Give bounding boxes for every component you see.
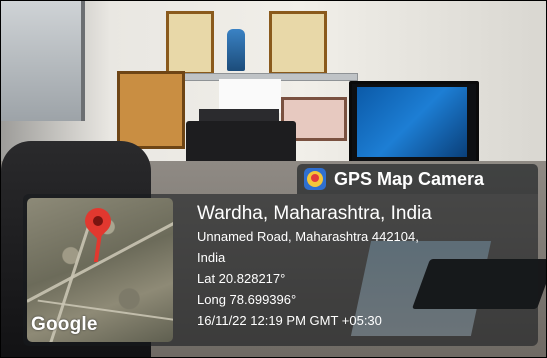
award-plaque xyxy=(166,11,214,75)
location-info: Wardha, Maharashtra, India Unnamed Road,… xyxy=(197,202,537,331)
map-thumbnail: Google xyxy=(27,198,173,342)
longitude: Long 78.699396° xyxy=(197,292,297,307)
datetime-stamp: 16/11/22 12:19 PM GMT +05:30 xyxy=(197,313,382,328)
paper-sheet xyxy=(219,79,281,113)
window xyxy=(1,1,85,121)
address-line-2: India xyxy=(197,250,226,265)
award-plaque xyxy=(269,11,327,75)
gps-map-camera-icon xyxy=(304,168,326,190)
award-plaque xyxy=(117,71,185,149)
address-line-1: Unnamed Road, Maharashtra 442104, xyxy=(197,229,419,244)
photo-frame: GPS Map Camera Google Wardha, Maharashtr… xyxy=(0,0,547,358)
desktop-screen xyxy=(357,87,467,157)
app-name: GPS Map Camera xyxy=(334,168,485,189)
app-badge: GPS Map Camera xyxy=(297,164,538,194)
location-title: Wardha, Maharashtra, India xyxy=(197,203,432,224)
latitude: Lat 20.828217° xyxy=(197,271,286,286)
trophy xyxy=(227,29,245,71)
printer xyxy=(186,121,296,165)
google-logo: Google xyxy=(31,314,98,335)
